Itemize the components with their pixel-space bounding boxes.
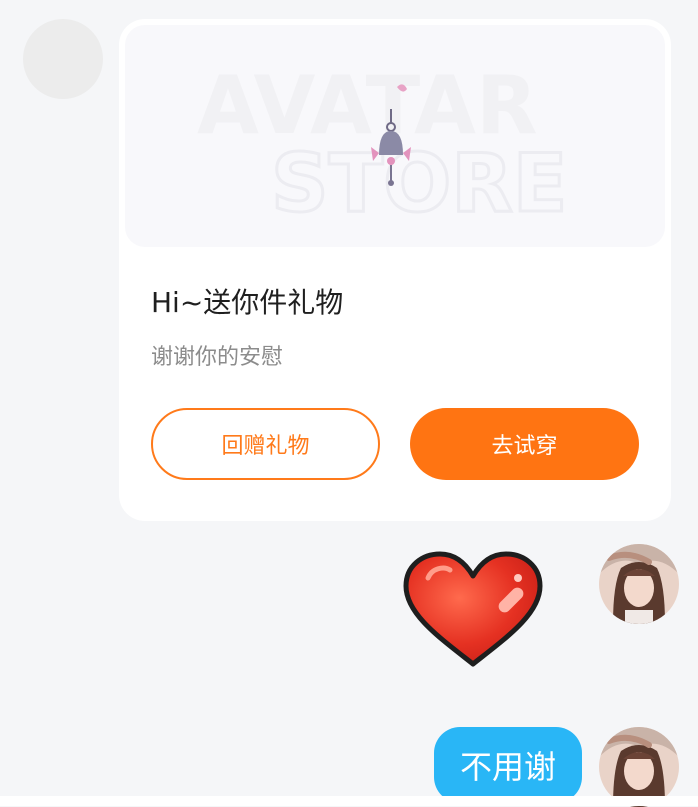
heart-sticker-icon [403,551,543,667]
gift-message-card[interactable]: AVATAR STORE Hi~送你件礼物 谢谢你的安慰 回赠礼物 去试穿 [119,19,671,521]
gift-banner: AVATAR STORE [125,25,665,247]
user-avatar[interactable] [599,544,679,624]
avatar-store-logo: AVATAR STORE [197,59,569,232]
banner-text-store: STORE [271,137,567,230]
try-on-button[interactable]: 去试穿 [410,408,639,480]
gift-subtitle: 谢谢你的安慰 [151,345,284,370]
bottom-input-bar [0,796,698,806]
user-avatar-image [599,544,679,624]
return-gift-button[interactable]: 回赠礼物 [151,408,380,480]
reply-message-bubble[interactable]: 不用谢 [434,727,582,803]
sender-avatar[interactable] [23,19,103,99]
gift-title: Hi~送你件礼物 [151,286,344,319]
user-avatar-image [599,727,679,807]
user-avatar[interactable] [599,727,679,807]
